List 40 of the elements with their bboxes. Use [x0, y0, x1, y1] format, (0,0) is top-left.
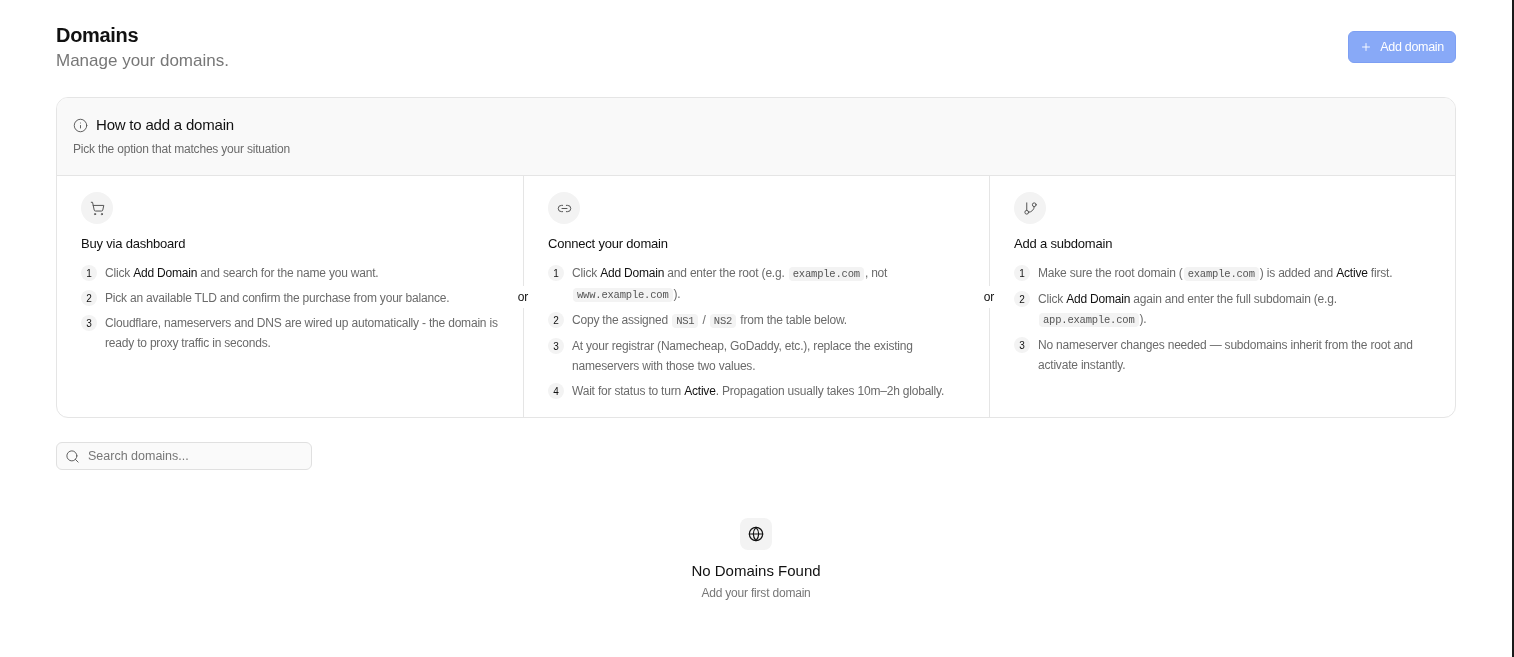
guide-title: How to add a domain: [96, 115, 234, 135]
separator-label: or: [983, 285, 995, 308]
step-number: 1: [548, 265, 564, 281]
empty-state-message: Add your first domain: [701, 585, 811, 601]
option-title: Add a subdomain: [1014, 235, 1113, 253]
step-text: Copy the assigned NS1 / NS2 from the table below.: [572, 312, 847, 330]
option-title: Buy via dashboard: [81, 235, 186, 253]
page-title: Domains: [56, 23, 139, 48]
cart-icon: [81, 192, 113, 224]
empty-state-title: No Domains Found: [691, 561, 821, 581]
separator-label: or: [517, 285, 529, 308]
search-icon: [65, 448, 80, 464]
step-text: No nameserver changes needed — subdomains inherit from the root and activate instantly.: [1038, 337, 1414, 374]
globe-icon: [740, 518, 772, 550]
step-number: 1: [81, 265, 97, 281]
link-icon: [548, 192, 580, 224]
step-text: Click Add Domain again and enter the full subdomain (e.g. app.example.com ).: [1038, 291, 1338, 329]
step-number: 2: [1014, 291, 1030, 307]
step-text: Cloudflare, nameservers and DNS are wired up automatically - the domain is ready to proxy traffic in seconds.: [105, 315, 499, 352]
step-text: Click Add Domain and enter the root (e.g. example.com , not www.example.com ).: [572, 265, 889, 304]
add-domain-button[interactable]: Add domain: [1348, 31, 1456, 63]
step-number: 2: [81, 290, 97, 306]
step-text: At your registrar (Namecheap, GoDaddy, etc.), replace the existing nameservers with those two values.: [572, 338, 914, 375]
plus-icon: [1360, 41, 1373, 53]
guide-subtitle: Pick the option that matches your situation: [73, 141, 290, 157]
step-number: 4: [548, 383, 564, 399]
step-text: Click Add Domain and search for the name you want.: [105, 265, 379, 282]
branch-icon: [1014, 192, 1046, 224]
step-text: Pick an available TLD and confirm the purchase from your balance.: [105, 290, 450, 307]
info-icon: [73, 117, 88, 133]
page-subtitle: Manage your domains.: [56, 50, 229, 72]
step-number: 2: [548, 312, 564, 328]
step-number: 1: [1014, 265, 1030, 281]
step-number: 3: [81, 315, 97, 331]
step-number: 3: [1014, 337, 1030, 353]
step-number: 3: [548, 338, 564, 354]
option-title: Connect your domain: [548, 235, 668, 253]
step-text: Make sure the root domain ( example.com ) is added and Active first.: [1038, 265, 1393, 283]
step-text: Wait for status to turn Active. Propagation usually takes 10m–2h globally.: [572, 383, 945, 400]
search-field[interactable]: Search domains...: [56, 442, 312, 470]
